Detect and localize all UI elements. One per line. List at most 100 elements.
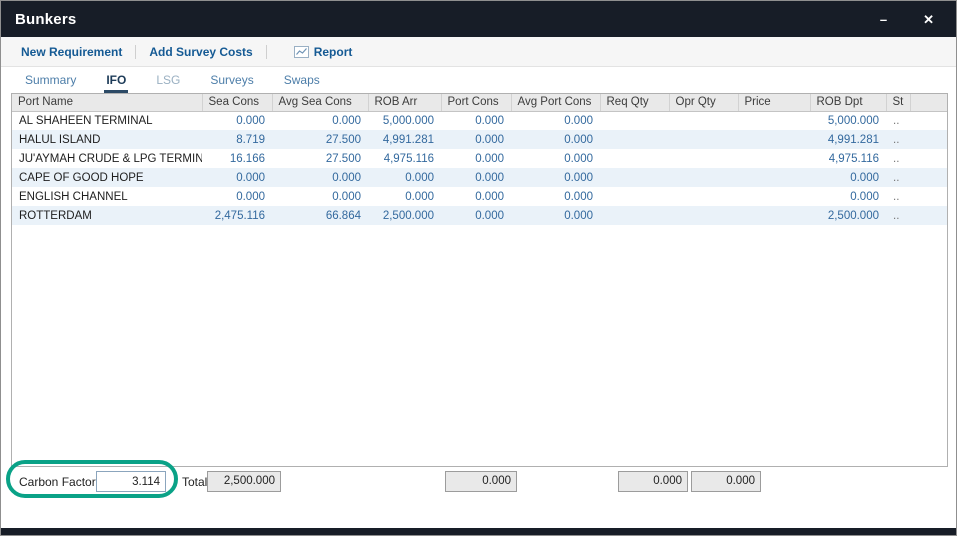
cell-port-cons: 0.000	[441, 149, 511, 168]
cell-filler	[910, 149, 947, 168]
table-row[interactable]: CAPE OF GOOD HOPE0.0000.0000.0000.0000.0…	[12, 168, 947, 187]
cell-port-cons: 0.000	[441, 206, 511, 225]
cell-filler	[910, 168, 947, 187]
cell-req-qty	[600, 187, 669, 206]
toolbar: New Requirement Add Survey Costs Report	[1, 37, 956, 67]
cell-rob-dpt: 0.000	[810, 187, 886, 206]
column-header-req-qty[interactable]: Req Qty	[600, 94, 669, 111]
tab-bar: Summary IFO LSG Surveys Swaps	[1, 67, 956, 93]
cell-rob-arr: 5,000.000	[368, 111, 441, 130]
req-qty-total-field: 0.000	[618, 471, 688, 492]
column-header-avg-port-cons[interactable]: Avg Port Cons	[511, 94, 600, 111]
cell-port-cons: 0.000	[441, 130, 511, 149]
cell-rob-arr: 4,975.116	[368, 149, 441, 168]
table-row[interactable]: ROTTERDAM2,475.11666.8642,500.0000.0000.…	[12, 206, 947, 225]
cell-filler	[910, 206, 947, 225]
cell-rob-dpt: 4,991.281	[810, 130, 886, 149]
bunkers-table: Port Name Sea Cons Avg Sea Cons ROB Arr …	[11, 93, 948, 467]
toolbar-separator	[135, 45, 136, 59]
column-header-price[interactable]: Price	[738, 94, 810, 111]
bunkers-window: Bunkers – ✕ New Requirement Add Survey C…	[0, 0, 957, 536]
cell-port-name: HALUL ISLAND	[12, 130, 202, 149]
cell-port-cons: 0.000	[441, 187, 511, 206]
new-requirement-button[interactable]: New Requirement	[21, 45, 122, 59]
table-row[interactable]: AL SHAHEEN TERMINAL0.0000.0005,000.0000.…	[12, 111, 947, 130]
cell-sea-cons: 16.166	[202, 149, 272, 168]
tab-ifo[interactable]: IFO	[104, 70, 128, 93]
toolbar-separator	[266, 45, 267, 59]
titlebar: Bunkers – ✕	[1, 1, 956, 37]
column-header-opr-qty[interactable]: Opr Qty	[669, 94, 738, 111]
cell-filler	[910, 187, 947, 206]
cell-req-qty	[600, 149, 669, 168]
cell-avg-sea-cons: 27.500	[272, 130, 368, 149]
cell-opr-qty	[669, 206, 738, 225]
cell-port-name: CAPE OF GOOD HOPE	[12, 168, 202, 187]
window-bottom-edge	[1, 528, 956, 535]
tab-summary[interactable]: Summary	[23, 70, 78, 93]
cell-port-name: ENGLISH CHANNEL	[12, 187, 202, 206]
close-button[interactable]: ✕	[923, 13, 934, 26]
cell-sea-cons: 8.719	[202, 130, 272, 149]
cell-avg-port-cons: 0.000	[511, 187, 600, 206]
column-header-filler	[910, 94, 947, 111]
cell-req-qty	[600, 206, 669, 225]
cell-rob-dpt: 4,975.116	[810, 149, 886, 168]
cell-sea-cons: 0.000	[202, 168, 272, 187]
table-body: AL SHAHEEN TERMINAL0.0000.0005,000.0000.…	[12, 111, 947, 225]
cell-sea-cons: 0.000	[202, 187, 272, 206]
cell-port-name: AL SHAHEEN TERMINAL	[12, 111, 202, 130]
tab-swaps[interactable]: Swaps	[282, 70, 322, 93]
column-header-st[interactable]: St	[886, 94, 910, 111]
column-header-port-name[interactable]: Port Name	[12, 94, 202, 111]
minimize-button[interactable]: –	[880, 13, 887, 26]
cell-avg-port-cons: 0.000	[511, 149, 600, 168]
table-row[interactable]: JU'AYMAH CRUDE & LPG TERMIN16.16627.5004…	[12, 149, 947, 168]
cell-filler	[910, 130, 947, 149]
cell-avg-port-cons: 0.000	[511, 111, 600, 130]
cell-opr-qty	[669, 130, 738, 149]
cell-sea-cons: 2,475.116	[202, 206, 272, 225]
cell-filler	[910, 111, 947, 130]
cell-price	[738, 111, 810, 130]
cell-rob-arr: 4,991.281	[368, 130, 441, 149]
window-title: Bunkers	[15, 11, 76, 28]
column-header-sea-cons[interactable]: Sea Cons	[202, 94, 272, 111]
cell-opr-qty	[669, 187, 738, 206]
totals-row: Carbon Factor Total 2,500.000 0.000 0.00…	[1, 469, 956, 495]
total-label: Total	[182, 475, 207, 489]
cell-sea-cons: 0.000	[202, 111, 272, 130]
tab-surveys[interactable]: Surveys	[208, 70, 255, 93]
add-survey-costs-button[interactable]: Add Survey Costs	[149, 45, 252, 59]
report-button[interactable]: Report	[294, 45, 353, 59]
column-header-rob-arr[interactable]: ROB Arr	[368, 94, 441, 111]
cell-st: ..	[886, 130, 910, 149]
cell-rob-dpt: 0.000	[810, 168, 886, 187]
port-cons-total-field: 0.000	[445, 471, 517, 492]
column-header-port-cons[interactable]: Port Cons	[441, 94, 511, 111]
cell-price	[738, 149, 810, 168]
cell-st: ..	[886, 111, 910, 130]
carbon-factor-input[interactable]	[96, 471, 166, 492]
cell-req-qty	[600, 111, 669, 130]
cell-opr-qty	[669, 149, 738, 168]
report-button-label: Report	[314, 45, 353, 59]
cell-port-cons: 0.000	[441, 111, 511, 130]
cell-price	[738, 187, 810, 206]
cell-price	[738, 206, 810, 225]
cell-price	[738, 168, 810, 187]
cell-rob-arr: 2,500.000	[368, 206, 441, 225]
cell-req-qty	[600, 130, 669, 149]
cell-st: ..	[886, 168, 910, 187]
column-header-avg-sea-cons[interactable]: Avg Sea Cons	[272, 94, 368, 111]
cell-avg-port-cons: 0.000	[511, 168, 600, 187]
cell-price	[738, 130, 810, 149]
table-header-row: Port Name Sea Cons Avg Sea Cons ROB Arr …	[12, 94, 947, 111]
table-row[interactable]: HALUL ISLAND8.71927.5004,991.2810.0000.0…	[12, 130, 947, 149]
cell-avg-sea-cons: 27.500	[272, 149, 368, 168]
column-header-rob-dpt[interactable]: ROB Dpt	[810, 94, 886, 111]
tab-lsg[interactable]: LSG	[154, 70, 182, 93]
cell-port-name: ROTTERDAM	[12, 206, 202, 225]
table-row[interactable]: ENGLISH CHANNEL0.0000.0000.0000.0000.000…	[12, 187, 947, 206]
cell-rob-dpt: 2,500.000	[810, 206, 886, 225]
